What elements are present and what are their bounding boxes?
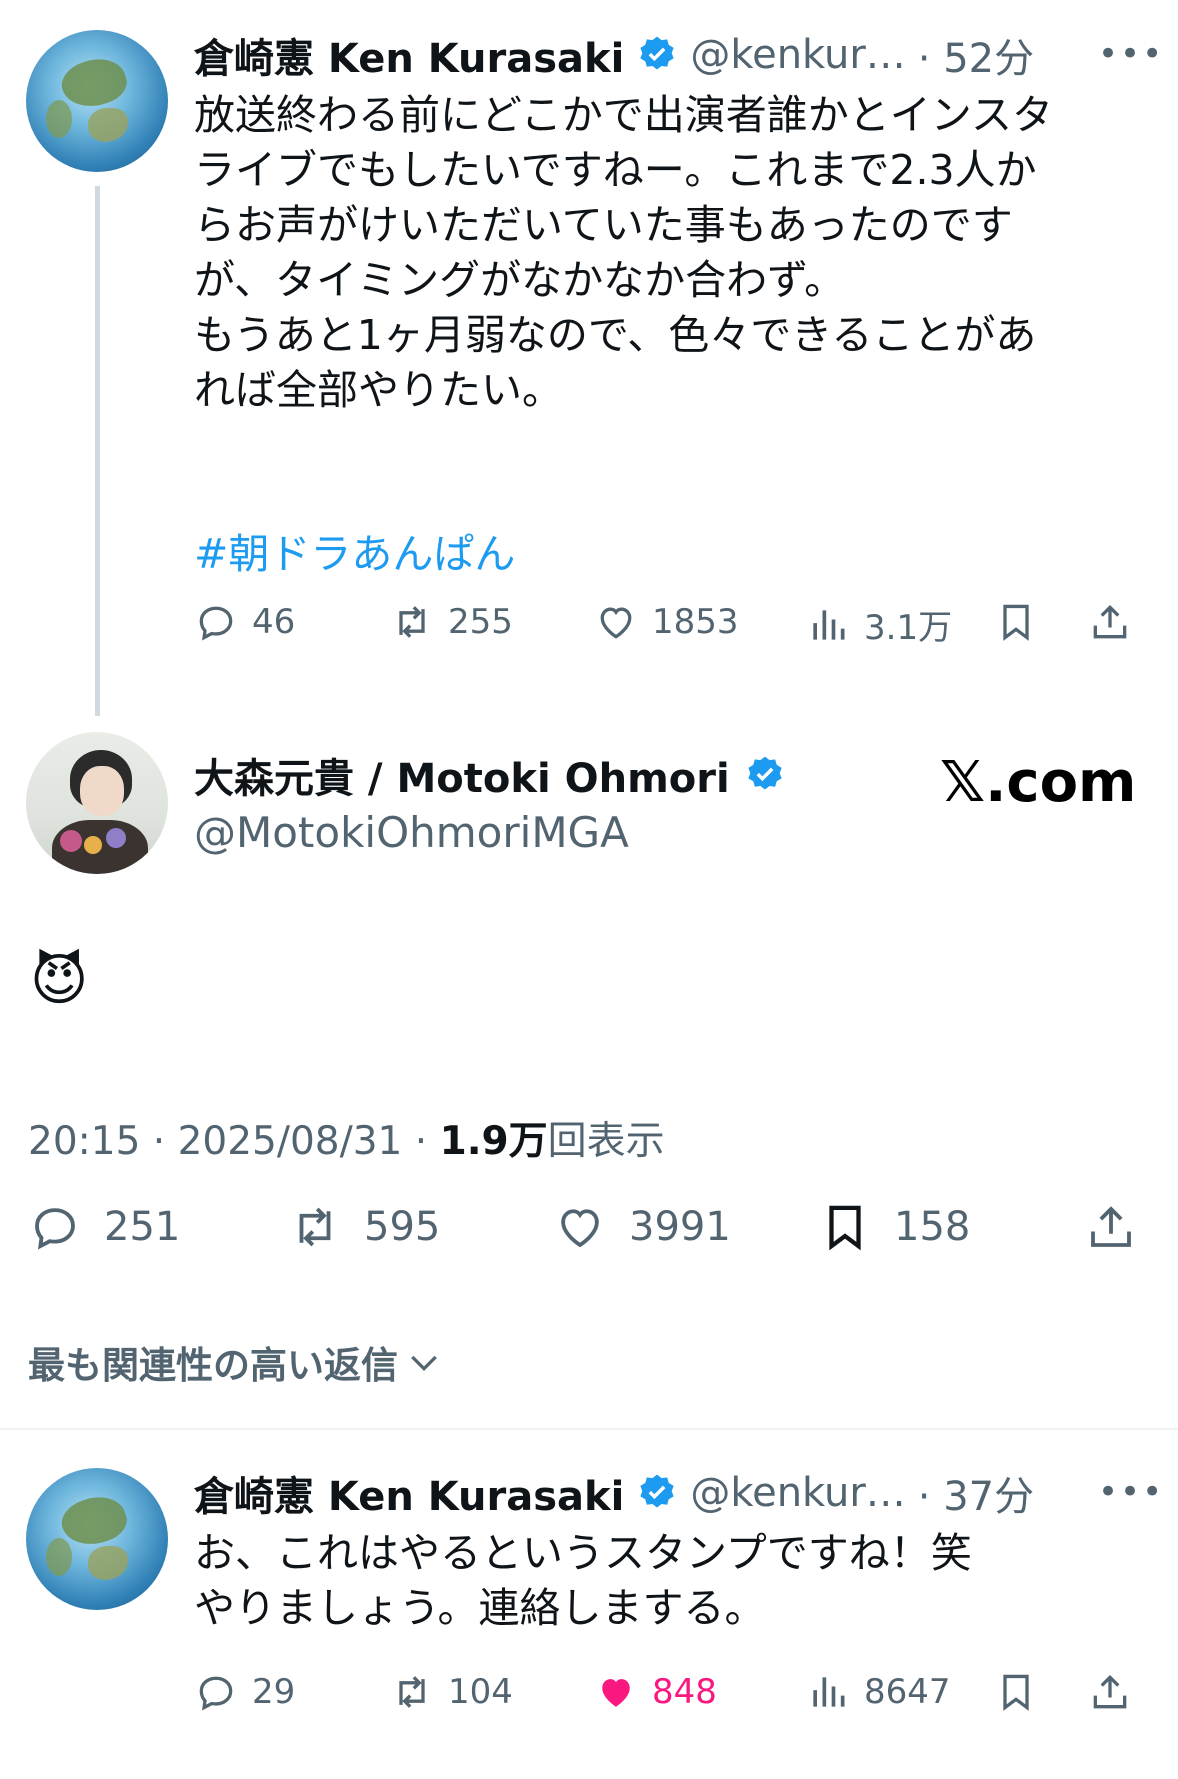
views-icon	[813, 609, 845, 640]
views-icon	[813, 1677, 845, 1707]
timestamp[interactable]: · 52分	[918, 26, 1034, 84]
display-name[interactable]: 倉崎憲 Ken Kurasaki	[194, 26, 624, 84]
verified-icon	[640, 1474, 674, 1508]
verified-icon	[640, 36, 674, 70]
reply-count: 46	[252, 602, 296, 642]
reply-button[interactable]: 46	[194, 600, 295, 644]
reply-icon	[199, 1676, 233, 1711]
share-button[interactable]	[1088, 1670, 1132, 1714]
handle[interactable]: @kenkur…	[690, 32, 905, 78]
retweet-icon	[399, 606, 425, 638]
reply-count: 29	[252, 1672, 296, 1712]
retweet-icon	[399, 1676, 425, 1708]
bookmark-icon	[1003, 1674, 1029, 1711]
avatar[interactable]	[26, 732, 168, 874]
handle[interactable]: @MotokiOhmoriMGA	[194, 808, 629, 857]
retweet-count: 595	[364, 1204, 441, 1250]
retweet-count: 255	[448, 602, 513, 642]
site-watermark: 𝕏.com	[940, 750, 1137, 815]
reply-tweet[interactable]: 倉崎憲 Ken Kurasaki @kenkur… · 37分 ••• お、これ…	[0, 1432, 1178, 1779]
bookmark-button[interactable]	[994, 600, 1038, 644]
verified-icon	[748, 756, 782, 790]
like-button[interactable]: 3991	[553, 1200, 731, 1254]
retweet-icon	[299, 1207, 331, 1247]
tweet-emoji: 😈	[30, 948, 89, 1013]
retweet-count: 104	[448, 1672, 513, 1712]
bookmark-count: 158	[894, 1204, 971, 1250]
hashtag-link[interactable]: #朝ドラあんぱん	[194, 520, 515, 580]
reply-icon	[199, 606, 233, 641]
views-count: 3.1万	[864, 608, 953, 648]
tweet-header: 倉崎憲 Ken Kurasaki @kenkur… · 37分	[194, 1464, 1034, 1522]
share-button[interactable]	[1084, 1200, 1138, 1254]
main-actions: 251 595 3991 158	[28, 1200, 1158, 1270]
thread-line	[95, 186, 100, 716]
more-icon[interactable]: •••	[1098, 1472, 1164, 1512]
tweet-text: お、これはやるというスタンプですね！笑 やりましょう。連絡しまする。	[194, 1529, 972, 1632]
bookmark-button[interactable]: 158	[818, 1200, 970, 1254]
tweet-1[interactable]: 倉崎憲 Ken Kurasaki @kenkur… · 52分 ••• 放送終わ…	[0, 0, 1178, 720]
retweet-button[interactable]: 104	[390, 1670, 513, 1714]
timestamp[interactable]: 20:15 · 2025/08/31 ·	[28, 1119, 440, 1164]
views-count: 8647	[864, 1672, 951, 1712]
bookmark-button[interactable]	[994, 1670, 1038, 1714]
display-name[interactable]: 大森元貴 / Motoki Ohmori	[194, 746, 730, 804]
reply-count: 251	[104, 1204, 181, 1250]
reply-icon	[35, 1208, 75, 1250]
like-icon	[600, 607, 632, 639]
share-icon	[1093, 604, 1127, 639]
author-block: 大森元貴 / Motoki Ohmori	[194, 746, 786, 804]
tweet-meta: 20:15 · 2025/08/31 · 1.9万回表示	[28, 1110, 665, 1166]
tweet-actions: 46 255 1853 3.1万	[194, 600, 1144, 660]
display-name[interactable]: 倉崎憲 Ken Kurasaki	[194, 1464, 624, 1522]
views-button[interactable]: 8647	[806, 1670, 951, 1714]
reply-button[interactable]: 251	[28, 1200, 180, 1254]
more-icon[interactable]: •••	[1098, 34, 1164, 74]
like-icon	[602, 1679, 630, 1707]
bookmark-icon	[829, 1205, 861, 1251]
view-label: 回表示	[547, 1119, 665, 1164]
like-button[interactable]: 848	[594, 1670, 717, 1714]
like-count: 848	[652, 1672, 717, 1712]
reply-sort-label: 最も関連性の高い返信	[28, 1344, 398, 1387]
share-icon	[1091, 1206, 1131, 1247]
reply-sort-dropdown[interactable]: 最も関連性の高い返信	[28, 1335, 444, 1389]
share-button[interactable]	[1088, 600, 1132, 644]
divider	[0, 1428, 1178, 1430]
share-icon	[1093, 1674, 1127, 1709]
avatar[interactable]	[26, 1468, 168, 1610]
tweet-actions: 29 104 848 8647	[194, 1670, 1144, 1730]
view-count: 1.9万	[439, 1119, 548, 1164]
main-tweet: 大森元貴 / Motoki Ohmori @MotokiOhmoriMGA 𝕏.…	[0, 720, 1178, 1420]
handle[interactable]: @kenkur…	[690, 1470, 905, 1516]
chevron-down-icon	[411, 1355, 437, 1372]
bookmark-icon	[1003, 604, 1029, 641]
like-button[interactable]: 1853	[594, 600, 739, 644]
like-icon	[561, 1209, 599, 1248]
like-count: 1853	[652, 602, 739, 642]
retweet-button[interactable]: 595	[288, 1200, 440, 1254]
views-button[interactable]: 3.1万	[806, 600, 952, 649]
tweet-text: 放送終わる前にどこかで出演者誰かとインスタ ライブでもしたいですねー。これまで2…	[194, 91, 1053, 414]
reply-button[interactable]: 29	[194, 1670, 295, 1714]
timestamp[interactable]: · 37分	[918, 1464, 1034, 1522]
tweet-header: 倉崎憲 Ken Kurasaki @kenkur… · 52分	[194, 26, 1034, 84]
avatar[interactable]	[26, 30, 168, 172]
like-count: 3991	[629, 1204, 731, 1250]
retweet-button[interactable]: 255	[390, 600, 513, 644]
